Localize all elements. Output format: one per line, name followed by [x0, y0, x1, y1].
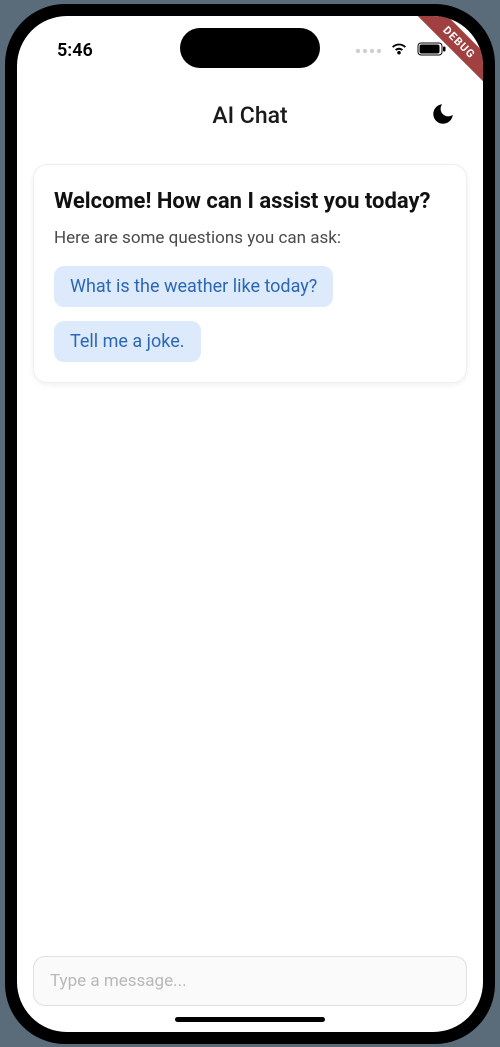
home-indicator — [175, 1017, 325, 1022]
suggestion-chip[interactable]: What is the weather like today? — [54, 266, 333, 307]
status-right — [356, 41, 447, 61]
suggestion-chip[interactable]: Tell me a joke. — [54, 321, 201, 362]
status-time: 5:46 — [57, 40, 93, 61]
suggestion-chips: What is the weather like today? Tell me … — [54, 266, 446, 362]
phone-screen: DEBUG 5:46 — [17, 16, 483, 1032]
welcome-card: Welcome! How can I assist you today? Her… — [33, 164, 467, 384]
chat-content: Welcome! How can I assist you today? Her… — [17, 144, 483, 946]
battery-icon — [417, 41, 447, 60]
theme-toggle-button[interactable] — [423, 96, 463, 136]
wifi-icon — [389, 41, 409, 61]
app-bar: AI Chat — [17, 88, 483, 144]
welcome-title: Welcome! How can I assist you today? — [54, 187, 446, 217]
moon-icon — [430, 101, 456, 131]
phone-frame: DEBUG 5:46 — [5, 4, 495, 1044]
page-title: AI Chat — [212, 102, 287, 129]
welcome-subtitle: Here are some questions you can ask: — [54, 228, 446, 248]
message-input[interactable] — [33, 956, 467, 1006]
notch — [180, 28, 320, 68]
cellular-dots-icon — [356, 49, 381, 53]
